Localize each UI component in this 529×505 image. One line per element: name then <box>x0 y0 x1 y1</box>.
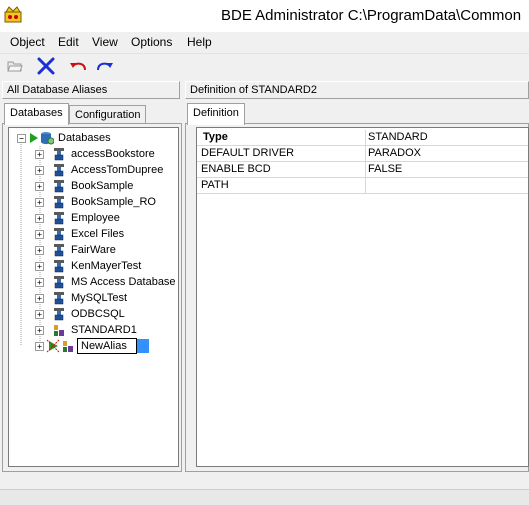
database-alias-icon <box>54 259 64 272</box>
expand-toggle[interactable]: + <box>35 165 44 175</box>
database-alias-icon <box>54 147 64 160</box>
tree-item[interactable]: + Excel Files <box>35 226 124 242</box>
tree-item[interactable]: + accessBookstore <box>35 146 155 162</box>
menu-view[interactable]: View <box>92 35 118 49</box>
expand-toggle[interactable]: + <box>35 213 44 223</box>
alias-tree[interactable]: − Databases + accessBookstore + AccessTomDu… <box>8 127 179 467</box>
tree-item-label: BookSample_RO <box>71 196 156 208</box>
tree-item-label: MS Access Database <box>71 276 176 288</box>
collapse-toggle[interactable]: − <box>17 133 26 143</box>
definition-row[interactable]: PATH <box>197 178 528 194</box>
expand-toggle[interactable]: + <box>35 245 44 255</box>
expand-toggle[interactable]: + <box>35 197 44 207</box>
tree-item-label: MySQLTest <box>71 292 128 304</box>
tree-item[interactable]: + AccessTomDupree <box>35 162 163 178</box>
database-alias-icon <box>54 275 64 288</box>
databases-root-icon <box>41 132 54 145</box>
tree-item[interactable]: + MySQLTest <box>35 290 127 306</box>
menu-options[interactable]: Options <box>131 35 172 49</box>
menu-bar: Object Edit View Options Help <box>0 32 529 54</box>
definition-key: PATH <box>197 178 366 193</box>
tree-item-label: Employee <box>71 212 120 224</box>
expand-toggle[interactable]: + <box>35 181 44 191</box>
definition-row[interactable]: ENABLE BCD FALSE <box>197 162 528 178</box>
tree-item[interactable]: + BookSample <box>35 178 133 194</box>
tree-item[interactable]: + ODBCSQL <box>35 306 125 322</box>
tree-item-label: AccessTomDupree <box>71 164 164 176</box>
expand-toggle[interactable]: + <box>35 309 44 319</box>
new-alias-status-icon <box>46 339 60 353</box>
expand-toggle[interactable]: + <box>35 229 44 239</box>
definition-row[interactable]: Type STANDARD <box>197 130 528 146</box>
undo-arrow-icon <box>70 62 86 71</box>
menu-object[interactable]: Object <box>10 35 45 49</box>
expand-toggle[interactable]: + <box>35 325 44 335</box>
tree-item-label: FairWare <box>71 244 116 256</box>
database-alias-icon <box>54 163 64 176</box>
tree-item[interactable]: + KenMayerTest <box>35 258 141 274</box>
expand-toggle[interactable]: + <box>35 277 44 287</box>
database-alias-icon <box>54 211 64 224</box>
window-title: BDE Administrator C:\ProgramData\Common <box>221 7 522 24</box>
definition-key: ENABLE BCD <box>197 162 366 177</box>
definition-grid[interactable]: Type STANDARD DEFAULT DRIVER PARADOX ENABLE … <box>196 127 529 467</box>
tree-item[interactable]: + FairWare <box>35 242 116 258</box>
undo-button[interactable] <box>67 56 89 76</box>
tree-item-label: accessBookstore <box>71 148 155 160</box>
tree-item-editing[interactable]: + NewAlias <box>35 338 149 354</box>
open-button[interactable] <box>4 56 26 76</box>
database-alias-icon <box>54 227 64 240</box>
tree-item-label: STANDARD1 <box>71 324 137 336</box>
expand-toggle[interactable]: + <box>35 293 44 303</box>
database-alias-icon <box>54 243 64 256</box>
expand-toggle[interactable]: + <box>35 261 44 271</box>
tree-item[interactable]: + Employee <box>35 210 120 226</box>
definition-key: Type <box>197 130 366 145</box>
definition-value[interactable]: PARADOX <box>366 146 421 161</box>
database-alias-icon <box>54 179 64 192</box>
tree-item[interactable]: + BookSample_RO <box>35 194 156 210</box>
text-selection-highlight <box>137 339 149 353</box>
tree-root-label: Databases <box>58 132 111 144</box>
expand-toggle[interactable]: + <box>35 149 44 159</box>
toolbar <box>0 54 529 78</box>
tree-item-label: ODBCSQL <box>71 308 125 320</box>
delete-x-icon <box>37 57 55 75</box>
menu-edit[interactable]: Edit <box>58 35 79 49</box>
status-bar <box>0 489 529 505</box>
delete-button[interactable] <box>35 56 57 76</box>
bde-app-icon[interactable] <box>4 6 22 24</box>
standard-alias-icon <box>63 340 73 352</box>
folder-open-icon <box>7 61 23 72</box>
standard-alias-icon <box>54 324 64 336</box>
aliases-header: All Database Aliases <box>2 81 180 99</box>
tab-definition[interactable]: Definition <box>187 103 245 125</box>
title-bar: BDE Administrator C:\ProgramData\Common <box>0 0 529 32</box>
definition-header: Definition of STANDARD2 <box>185 81 529 99</box>
definition-value[interactable]: FALSE <box>366 162 402 177</box>
definition-key: DEFAULT DRIVER <box>197 146 366 161</box>
tree-item-label: Excel Files <box>71 228 125 240</box>
menu-help[interactable]: Help <box>187 35 212 49</box>
tree-item[interactable]: + STANDARD1 <box>35 322 137 338</box>
database-alias-icon <box>54 195 64 208</box>
redo-arrow-icon <box>97 62 113 71</box>
tab-configuration[interactable]: Configuration <box>69 105 147 125</box>
expand-toggle[interactable]: + <box>35 341 44 351</box>
play-arrow-icon <box>30 133 38 143</box>
definition-value[interactable]: STANDARD <box>366 130 428 145</box>
alias-name-input[interactable]: NewAlias <box>77 338 137 354</box>
database-alias-icon <box>54 291 64 304</box>
tree-item-label: BookSample <box>71 180 134 192</box>
database-alias-icon <box>54 307 64 320</box>
tree-item-label: KenMayerTest <box>71 260 142 272</box>
definition-row[interactable]: DEFAULT DRIVER PARADOX <box>197 146 528 162</box>
tab-databases[interactable]: Databases <box>4 103 69 125</box>
tree-item[interactable]: + MS Access Database <box>35 274 176 290</box>
tree-root[interactable]: − Databases <box>17 130 111 146</box>
redo-button[interactable] <box>94 56 116 76</box>
